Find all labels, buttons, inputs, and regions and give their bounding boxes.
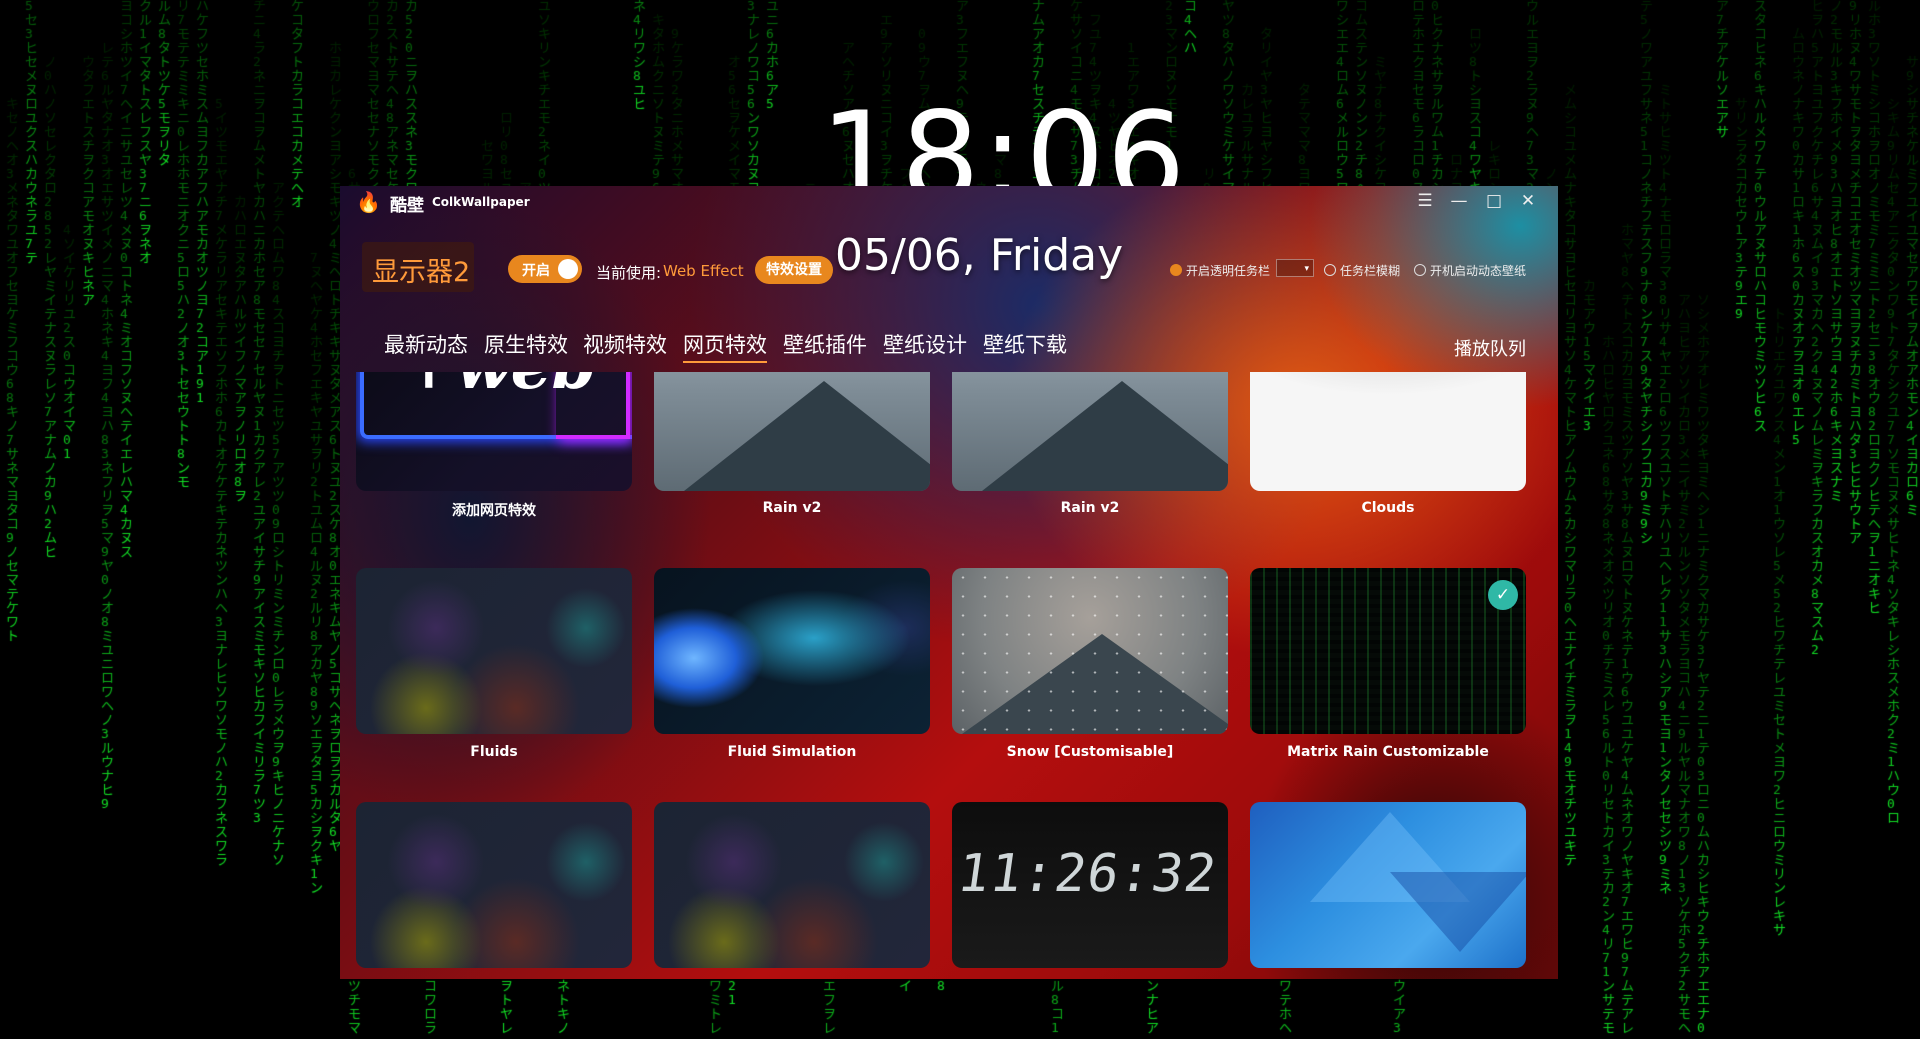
app-title-chinese: 酷壁 [390, 196, 424, 216]
monitor-selector[interactable]: 显示器2 [362, 242, 474, 292]
mountain-shape [982, 381, 1228, 491]
digital-clock-thumbnail: 11:26:32 [952, 802, 1228, 968]
tab-wallpaper-plugins[interactable]: 壁纸插件 [783, 329, 867, 359]
transparent-taskbar-label: 开启透明任务栏 [1186, 264, 1271, 278]
app-title-english: ColkWallpaper [432, 195, 530, 209]
toggle-label: 开启 [522, 263, 550, 279]
startup-dynamic-label: 开机启动动态壁纸 [1430, 264, 1527, 278]
enable-toggle[interactable]: 开启 [508, 255, 582, 283]
web-logo-text: +web [402, 372, 596, 404]
card-label: Matrix Rain Customizable [1287, 744, 1489, 760]
tab-web-effects[interactable]: 网页特效 [683, 329, 767, 363]
maximize-icon[interactable]: □ [1479, 188, 1509, 214]
play-queue-button[interactable]: 播放队列 [1454, 335, 1526, 361]
close-icon[interactable]: ✕ [1513, 188, 1543, 214]
effect-settings-button[interactable]: 特效设置 [755, 256, 833, 284]
rain-thumbnail [654, 372, 930, 491]
startup-dynamic-option[interactable]: 开机启动动态壁纸 [1414, 262, 1526, 279]
fluid-simulation-thumbnail [654, 568, 930, 734]
fluids-thumbnail [356, 802, 632, 968]
menu-icon[interactable]: ☰ [1410, 188, 1440, 214]
title-bar[interactable]: 🔥 酷壁 ColkWallpaper ☰ — □ ✕ [340, 186, 1558, 216]
fluids-thumbnail [356, 568, 632, 734]
radio-unchecked-icon [1414, 264, 1426, 276]
card-label: 添加网页特效 [452, 503, 536, 519]
matrix-rain-thumbnail: ✓ [1250, 568, 1526, 734]
fluids-thumbnail [654, 802, 930, 968]
card-label: Rain v2 [762, 500, 822, 516]
mountain-shape [684, 381, 930, 491]
tab-wallpaper-design[interactable]: 壁纸设计 [883, 329, 967, 359]
app-window: 🔥 酷壁 ColkWallpaper ☰ — □ ✕ 显示器2 开启 当前使用:… [340, 186, 1558, 979]
flame-logo-icon: 🔥 [356, 190, 381, 214]
selected-check-icon: ✓ [1488, 580, 1518, 610]
card-label: Clouds [1361, 500, 1415, 516]
transparent-taskbar-option[interactable]: 开启透明任务栏 [1170, 262, 1270, 279]
card-label: Fluid Simulation [727, 744, 857, 760]
tab-video-effects[interactable]: 视频特效 [583, 329, 667, 359]
add-web-thumbnail: ⌕ +web [356, 372, 632, 491]
card-label: Fluids [470, 744, 518, 760]
snow-thumbnail [952, 568, 1228, 734]
polygon-facet [1390, 872, 1526, 952]
current-use-value: Web Effect [663, 262, 744, 280]
clouds-thumbnail [1250, 372, 1526, 491]
toggle-knob [558, 259, 578, 279]
radio-checked-icon [1170, 264, 1182, 276]
tab-wallpaper-download[interactable]: 壁纸下载 [983, 329, 1067, 359]
monitor-label: 显示器2 [372, 257, 471, 288]
card-label: Rain v2 [1060, 500, 1120, 516]
desktop-date: 05/06, Friday [835, 230, 1124, 281]
polygon-thumbnail [1250, 802, 1526, 968]
effects-grid: ⌕ +web 添加网页特效 Rain v2 Rain v2 Clouds Flu… [356, 372, 1546, 979]
current-use-label: 当前使用: [596, 264, 662, 282]
tab-native-effects[interactable]: 原生特效 [484, 329, 568, 359]
card-label: Snow [Customisable] [1006, 744, 1174, 760]
taskbar-blur-option[interactable]: 任务栏模糊 [1324, 262, 1400, 279]
taskbar-mode-dropdown[interactable]: ▾ [1276, 259, 1314, 277]
minimize-icon[interactable]: — [1444, 188, 1474, 214]
rain-thumbnail [952, 372, 1228, 491]
clock-digits: 11:26:32 [953, 844, 1221, 904]
radio-unchecked-icon [1324, 264, 1336, 276]
snowflakes [952, 568, 1228, 734]
taskbar-blur-label: 任务栏模糊 [1340, 264, 1401, 278]
tab-latest[interactable]: 最新动态 [384, 329, 468, 359]
